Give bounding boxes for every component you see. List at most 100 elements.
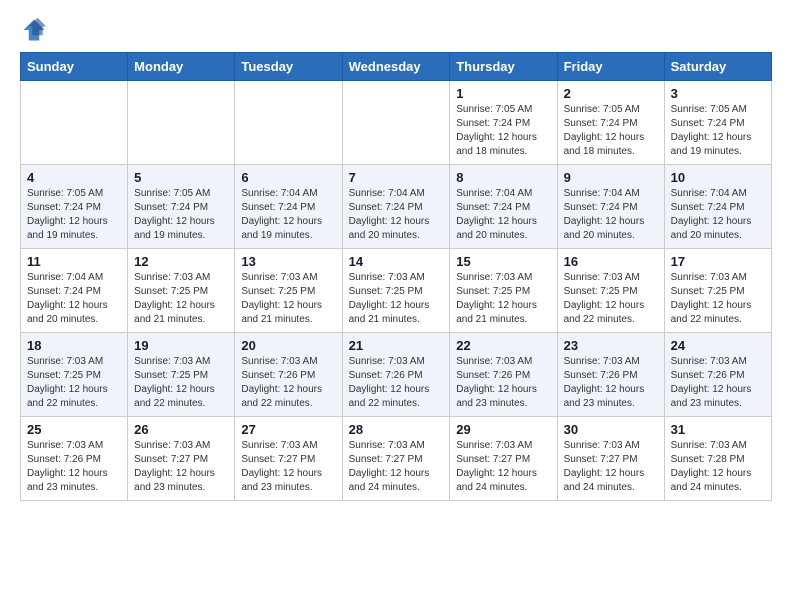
calendar-cell	[235, 81, 342, 165]
day-info: Sunrise: 7:03 AM Sunset: 7:26 PM Dayligh…	[27, 439, 121, 495]
day-info: Sunrise: 7:03 AM Sunset: 7:26 PM Dayligh…	[671, 355, 765, 411]
calendar-cell: 12 Sunrise: 7:03 AM Sunset: 7:25 PM Dayli…	[128, 249, 235, 333]
column-header-monday: Monday	[128, 53, 235, 81]
day-info: Sunrise: 7:04 AM Sunset: 7:24 PM Dayligh…	[564, 187, 658, 243]
calendar-cell: 28 Sunrise: 7:03 AM Sunset: 7:27 PM Dayli…	[342, 417, 450, 501]
column-header-friday: Friday	[557, 53, 664, 81]
calendar-cell: 22 Sunrise: 7:03 AM Sunset: 7:26 PM Dayli…	[450, 333, 557, 417]
calendar-header-row: SundayMondayTuesdayWednesdayThursdayFrid…	[21, 53, 772, 81]
calendar-cell	[342, 81, 450, 165]
day-info: Sunrise: 7:04 AM Sunset: 7:24 PM Dayligh…	[241, 187, 335, 243]
day-info: Sunrise: 7:03 AM Sunset: 7:25 PM Dayligh…	[456, 271, 550, 327]
day-number: 2	[564, 86, 658, 101]
calendar-cell: 24 Sunrise: 7:03 AM Sunset: 7:26 PM Dayli…	[664, 333, 771, 417]
calendar-week-5: 25 Sunrise: 7:03 AM Sunset: 7:26 PM Dayli…	[21, 417, 772, 501]
calendar-cell: 16Sunrise: 7:03 AM Sunset: 7:25 PM Dayli…	[557, 249, 664, 333]
day-info: Sunrise: 7:04 AM Sunset: 7:24 PM Dayligh…	[349, 187, 444, 243]
column-header-sunday: Sunday	[21, 53, 128, 81]
day-number: 26	[134, 422, 228, 437]
day-info: Sunrise: 7:04 AM Sunset: 7:24 PM Dayligh…	[27, 271, 121, 327]
day-number: 27	[241, 422, 335, 437]
day-info: Sunrise: 7:03 AM Sunset: 7:26 PM Dayligh…	[456, 355, 550, 411]
calendar-week-1: 1 Sunrise: 7:05 AM Sunset: 7:24 PM Daylig…	[21, 81, 772, 165]
calendar-cell: 11 Sunrise: 7:04 AM Sunset: 7:24 PM Dayli…	[21, 249, 128, 333]
calendar-cell	[21, 81, 128, 165]
day-info: Sunrise: 7:04 AM Sunset: 7:24 PM Dayligh…	[671, 187, 765, 243]
day-info: Sunrise: 7:03 AM Sunset: 7:27 PM Dayligh…	[564, 439, 658, 495]
day-info: Sunrise: 7:03 AM Sunset: 7:27 PM Dayligh…	[134, 439, 228, 495]
calendar-cell: 3 Sunrise: 7:05 AM Sunset: 7:24 PM Daylig…	[664, 81, 771, 165]
logo-icon	[20, 16, 48, 44]
day-info: Sunrise: 7:03 AM Sunset: 7:25 PM Dayligh…	[134, 355, 228, 411]
calendar-cell: 2 Sunrise: 7:05 AM Sunset: 7:24 PM Daylig…	[557, 81, 664, 165]
day-number: 12	[134, 254, 228, 269]
calendar-cell: 10 Sunrise: 7:04 AM Sunset: 7:24 PM Dayli…	[664, 165, 771, 249]
day-number: 22	[456, 338, 550, 353]
day-number: 13	[241, 254, 335, 269]
day-info: Sunrise: 7:03 AM Sunset: 7:25 PM Dayligh…	[241, 271, 335, 327]
day-number: 25	[27, 422, 121, 437]
day-number: 9	[564, 170, 658, 185]
calendar-cell: 5 Sunrise: 7:05 AM Sunset: 7:24 PM Daylig…	[128, 165, 235, 249]
calendar-cell: 30 Sunrise: 7:03 AM Sunset: 7:27 PM Dayli…	[557, 417, 664, 501]
day-info: Sunrise: 7:03 AM Sunset: 7:25 PM Dayligh…	[27, 355, 121, 411]
calendar-cell: 19Sunrise: 7:03 AM Sunset: 7:25 PM Dayli…	[128, 333, 235, 417]
day-number: 7	[349, 170, 444, 185]
day-info: Sunrise: 7:04 AM Sunset: 7:24 PM Dayligh…	[456, 187, 550, 243]
calendar-cell: 17 Sunrise: 7:03 AM Sunset: 7:25 PM Dayli…	[664, 249, 771, 333]
day-number: 30	[564, 422, 658, 437]
day-number: 6	[241, 170, 335, 185]
column-header-saturday: Saturday	[664, 53, 771, 81]
calendar-cell: 31 Sunrise: 7:03 AM Sunset: 7:28 PM Dayli…	[664, 417, 771, 501]
day-info: Sunrise: 7:03 AM Sunset: 7:25 PM Dayligh…	[671, 271, 765, 327]
day-number: 8	[456, 170, 550, 185]
day-info: Sunrise: 7:03 AM Sunset: 7:25 PM Dayligh…	[134, 271, 228, 327]
day-number: 11	[27, 254, 121, 269]
day-info: Sunrise: 7:03 AM Sunset: 7:28 PM Dayligh…	[671, 439, 765, 495]
calendar-cell: 8 Sunrise: 7:04 AM Sunset: 7:24 PM Daylig…	[450, 165, 557, 249]
day-number: 15	[456, 254, 550, 269]
day-info: Sunrise: 7:03 AM Sunset: 7:26 PM Dayligh…	[349, 355, 444, 411]
calendar-cell: 20 Sunrise: 7:03 AM Sunset: 7:26 PM Dayli…	[235, 333, 342, 417]
day-info: Sunrise: 7:03 AM Sunset: 7:27 PM Dayligh…	[456, 439, 550, 495]
day-info: Sunrise: 7:05 AM Sunset: 7:24 PM Dayligh…	[671, 103, 765, 159]
calendar-cell	[128, 81, 235, 165]
calendar-cell: 26 Sunrise: 7:03 AM Sunset: 7:27 PM Dayli…	[128, 417, 235, 501]
calendar-week-4: 18 Sunrise: 7:03 AM Sunset: 7:25 PM Dayli…	[21, 333, 772, 417]
calendar-cell: 7 Sunrise: 7:04 AM Sunset: 7:24 PM Daylig…	[342, 165, 450, 249]
calendar-cell: 4Sunrise: 7:05 AM Sunset: 7:24 PM Daylig…	[21, 165, 128, 249]
day-info: Sunrise: 7:03 AM Sunset: 7:25 PM Dayligh…	[564, 271, 658, 327]
calendar-cell: 23Sunrise: 7:03 AM Sunset: 7:26 PM Dayli…	[557, 333, 664, 417]
calendar-cell: 9 Sunrise: 7:04 AM Sunset: 7:24 PM Daylig…	[557, 165, 664, 249]
calendar-cell: 18 Sunrise: 7:03 AM Sunset: 7:25 PM Dayli…	[21, 333, 128, 417]
column-header-wednesday: Wednesday	[342, 53, 450, 81]
day-info: Sunrise: 7:05 AM Sunset: 7:24 PM Dayligh…	[456, 103, 550, 159]
page-header	[20, 16, 772, 44]
day-number: 28	[349, 422, 444, 437]
day-number: 21	[349, 338, 444, 353]
day-number: 18	[27, 338, 121, 353]
day-info: Sunrise: 7:03 AM Sunset: 7:26 PM Dayligh…	[241, 355, 335, 411]
day-number: 1	[456, 86, 550, 101]
logo	[20, 16, 52, 44]
day-info: Sunrise: 7:03 AM Sunset: 7:26 PM Dayligh…	[564, 355, 658, 411]
day-info: Sunrise: 7:05 AM Sunset: 7:24 PM Dayligh…	[134, 187, 228, 243]
calendar-cell: 27Sunrise: 7:03 AM Sunset: 7:27 PM Dayli…	[235, 417, 342, 501]
calendar-cell: 29 Sunrise: 7:03 AM Sunset: 7:27 PM Dayli…	[450, 417, 557, 501]
day-number: 5	[134, 170, 228, 185]
day-info: Sunrise: 7:03 AM Sunset: 7:27 PM Dayligh…	[349, 439, 444, 495]
day-number: 10	[671, 170, 765, 185]
calendar-cell: 1 Sunrise: 7:05 AM Sunset: 7:24 PM Daylig…	[450, 81, 557, 165]
day-number: 20	[241, 338, 335, 353]
day-info: Sunrise: 7:03 AM Sunset: 7:25 PM Dayligh…	[349, 271, 444, 327]
day-number: 31	[671, 422, 765, 437]
calendar-week-3: 11 Sunrise: 7:04 AM Sunset: 7:24 PM Dayli…	[21, 249, 772, 333]
day-number: 29	[456, 422, 550, 437]
day-number: 17	[671, 254, 765, 269]
column-header-thursday: Thursday	[450, 53, 557, 81]
day-number: 3	[671, 86, 765, 101]
calendar-table: SundayMondayTuesdayWednesdayThursdayFrid…	[20, 52, 772, 501]
calendar-cell: 25 Sunrise: 7:03 AM Sunset: 7:26 PM Dayli…	[21, 417, 128, 501]
day-info: Sunrise: 7:05 AM Sunset: 7:24 PM Dayligh…	[564, 103, 658, 159]
day-number: 24	[671, 338, 765, 353]
